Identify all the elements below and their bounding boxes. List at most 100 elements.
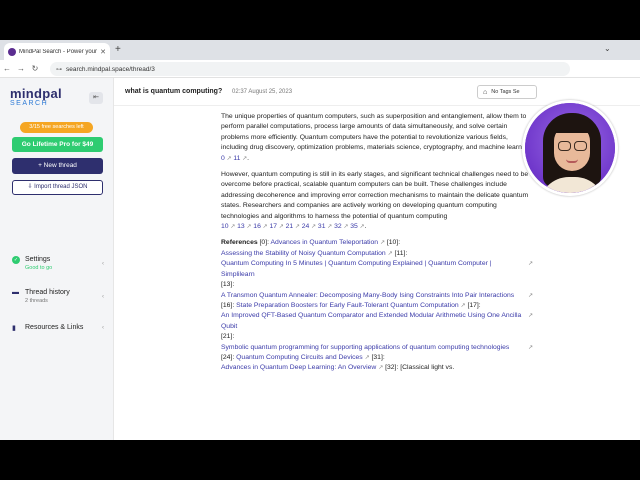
logo-subtitle: SEARCH [10, 100, 49, 107]
ref-index: [13]: [221, 281, 235, 289]
reference-row: An Improved QFT-Based Quantum Comparator… [221, 311, 533, 332]
ref-index: [11]: [394, 249, 408, 257]
resources-label: Resources & Links [25, 324, 84, 331]
external-link-icon[interactable]: ↗ [261, 224, 268, 230]
book-icon: ▮ [12, 325, 16, 332]
sidebar-item-settings[interactable]: ✓ Settings Good to go ‹ [12, 256, 104, 271]
citation-link[interactable]: 24 [300, 223, 310, 230]
external-link-icon[interactable]: ↗ [293, 224, 300, 230]
sidebar: mindpal SEARCH ⇤ 3/15 free searches left… [0, 78, 114, 440]
tab-strip: MindPal Search - Power your r ✕ + ⌄ [0, 40, 640, 60]
reference-row: Symbolic quantum programming for support… [221, 343, 533, 353]
external-link-icon[interactable]: ↗ [365, 355, 370, 361]
url-field[interactable]: ⊶ search.mindpal.space/thread/3 [50, 62, 570, 76]
ref-index: [32]: [385, 364, 399, 372]
lifetime-pro-button[interactable]: Go Lifetime Pro for $49 [12, 137, 103, 152]
reference-row: Quantum Computing In 5 Minutes | Quantum… [221, 259, 533, 280]
ref-index: [16]: [221, 301, 235, 309]
glasses-right [574, 141, 587, 151]
ref-index: [0]: [259, 239, 269, 247]
new-tab-button[interactable]: + [115, 44, 121, 55]
browser-window: MindPal Search - Power your r ✕ + ⌄ ← → … [0, 40, 640, 440]
paragraph-text: However, quantum computing is still in i… [221, 171, 529, 220]
citation-link[interactable]: 21 [284, 223, 294, 230]
settings-label: Settings [25, 256, 51, 263]
chevron-left-icon: ‹ [102, 325, 104, 331]
answer-paragraph: However, quantum computing is still in i… [221, 171, 529, 231]
logo-wordmark: mindpal [10, 86, 62, 101]
presenter-bangs [551, 119, 593, 133]
tag-icon: ⌂ [483, 88, 488, 96]
thread-question: what is quantum computing? [125, 88, 223, 95]
external-link-icon[interactable]: ↗ [528, 291, 533, 301]
address-bar: ← → ↻ ⊶ search.mindpal.space/thread/3 [0, 60, 640, 78]
reference-link[interactable]: Assessing the Stability of Noisy Quantum… [221, 250, 386, 257]
citation-list: 0 ↗ 11 ↗ [221, 155, 247, 162]
citation-link[interactable]: 10 [221, 223, 229, 230]
references-label: References [221, 239, 258, 247]
chevron-left-icon: ‹ [102, 260, 104, 267]
external-link-icon[interactable]: ↗ [277, 224, 284, 230]
sidebar-item-resources[interactable]: ▮ Resources & Links ‹ [12, 324, 104, 332]
external-link-icon[interactable]: ↗ [388, 251, 393, 257]
ref-index: [24]: [221, 353, 235, 361]
close-tab-icon[interactable]: ✕ [100, 48, 106, 56]
reference-link[interactable]: Quantum Computing Circuits and Devices [236, 354, 363, 361]
citation-link[interactable]: 17 [268, 223, 277, 230]
citation-link[interactable]: 13 [235, 223, 245, 230]
citation-link[interactable]: 32 [332, 223, 342, 230]
external-link-icon[interactable]: ↗ [461, 303, 466, 309]
citation-list: 10 ↗ 13 ↗ 16 ↗ 17 ↗ 21 ↗ 24 ↗ 31 ↗ 32 ↗ … [221, 223, 365, 230]
external-link-icon[interactable]: ↗ [528, 343, 533, 353]
chevron-down-icon[interactable]: ⌄ [604, 44, 611, 53]
tab-title: MindPal Search - Power your r [19, 48, 99, 55]
history-icon: ▬ [12, 289, 19, 296]
tags-select-button[interactable]: ⌂ No Tags Se [477, 85, 537, 99]
citation-link[interactable]: 31 [316, 223, 326, 230]
tags-button-label: No Tags Se [491, 89, 520, 95]
paragraph-text: The unique properties of quantum compute… [221, 113, 531, 152]
citation-link[interactable]: 35 [348, 223, 358, 230]
external-link-icon[interactable]: ↗ [528, 311, 533, 321]
reference-link[interactable]: Symbolic quantum programming for support… [221, 343, 509, 353]
thread-history-label: Thread history [25, 289, 70, 296]
collapse-sidebar-button[interactable]: ⇤ [89, 92, 103, 104]
external-link-icon[interactable]: ↗ [528, 259, 533, 269]
settings-status: Good to go [25, 265, 53, 271]
answer-paragraph: The unique properties of quantum compute… [221, 113, 531, 162]
external-link-icon[interactable]: ↗ [358, 224, 364, 230]
reference-link[interactable]: Advances in Quantum Teleportation [271, 239, 379, 246]
thread-count: 2 threads [25, 298, 48, 304]
glasses-left [558, 141, 571, 151]
references-section: References [0]: Advances in Quantum Tele… [221, 238, 533, 373]
external-link-icon[interactable]: ↗ [240, 156, 247, 162]
answer-content: The unique properties of quantum compute… [221, 112, 533, 374]
sidebar-item-thread-history[interactable]: ▬ Thread history 2 threads ‹ [12, 289, 104, 304]
mindpal-logo[interactable]: mindpal SEARCH [10, 87, 70, 108]
new-thread-button[interactable]: + New thread [12, 158, 103, 174]
reference-link[interactable]: Advances in Quantum Deep Learning: An Ov… [221, 364, 376, 371]
thread-date: 02:37 August 25, 2023 [232, 89, 293, 95]
reference-link[interactable]: State Preparation Boosters for Early Fau… [236, 302, 459, 309]
mindpal-favicon-icon [8, 47, 16, 56]
url-text: search.mindpal.space/thread/3 [66, 65, 155, 73]
external-link-icon[interactable]: ↗ [378, 365, 383, 371]
site-info-icon[interactable]: ⊶ [56, 66, 62, 73]
check-circle-icon: ✓ [12, 256, 20, 264]
reload-icon[interactable]: ↻ [28, 64, 42, 73]
reference-link[interactable]: Quantum Computing In 5 Minutes | Quantum… [221, 259, 522, 280]
reference-row: A Transmon Quantum Annealer: Decomposing… [221, 291, 533, 301]
forward-icon[interactable]: → [14, 64, 28, 73]
reference-link[interactable]: An Improved QFT-Based Quantum Comparator… [221, 311, 522, 332]
citation-link[interactable]: 16 [251, 223, 261, 230]
ref-index: [31]: [371, 353, 385, 361]
reference-link[interactable]: A Transmon Quantum Annealer: Decomposing… [221, 291, 514, 301]
browser-tab[interactable]: MindPal Search - Power your r ✕ [4, 43, 110, 60]
ref-index: [10]: [386, 239, 401, 247]
ref-index: [21]: [221, 333, 235, 341]
import-thread-button[interactable]: ⇩ Import thread JSON [12, 180, 103, 195]
webcam-overlay [522, 100, 618, 196]
searches-left-badge: 3/15 free searches left [20, 122, 93, 133]
external-link-icon[interactable]: ↗ [380, 240, 385, 246]
back-icon[interactable]: ← [0, 64, 14, 73]
